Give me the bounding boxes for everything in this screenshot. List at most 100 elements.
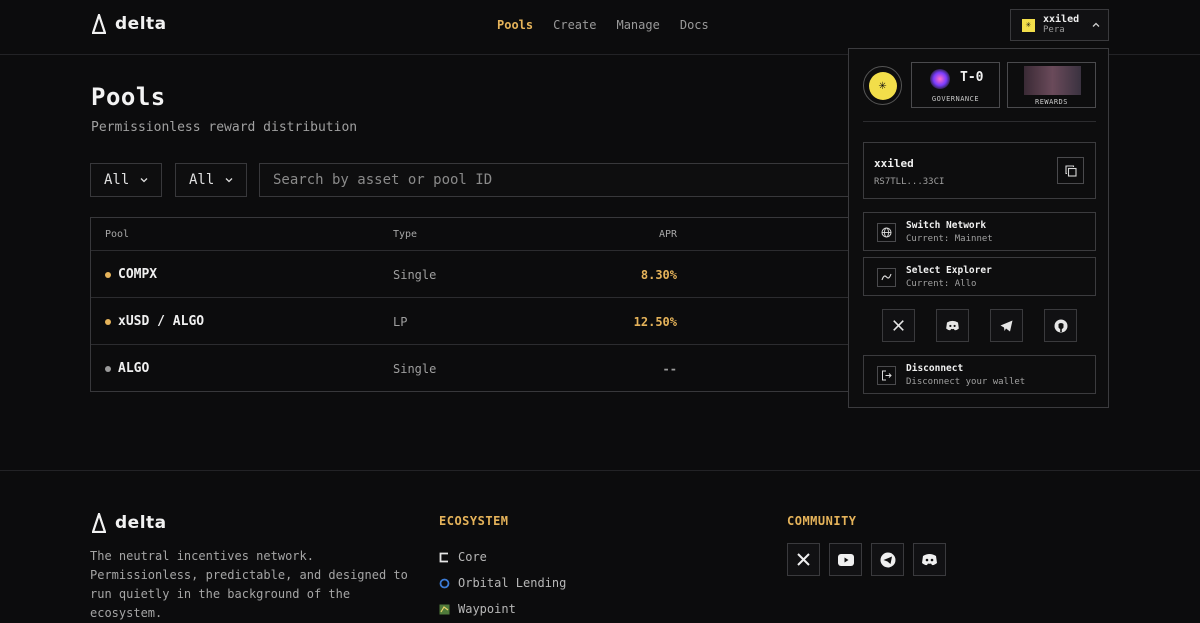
footer-logo[interactable]: delta	[92, 513, 167, 533]
globe-icon	[877, 223, 896, 242]
ecosystem-label: Orbital Lending	[458, 576, 567, 590]
dropdown-telegram-button[interactable]	[990, 309, 1023, 342]
pools-table: Pool Type APR COMPX Single 8.30% xUSD / …	[90, 217, 860, 392]
footer-logo-text: delta	[115, 513, 167, 533]
pool-label: ALGO	[118, 361, 150, 376]
wallet-dropdown: ✳ T-0 GOVERNANCE REWARDS xxiled RS7TLL..…	[848, 48, 1109, 408]
delta-logo-icon	[92, 14, 106, 34]
telegram-icon	[880, 552, 895, 567]
select-explorer-button[interactable]: Select Explorer Current: Allo	[863, 257, 1096, 296]
pool-status-dot	[105, 318, 111, 325]
footer-description: The neutral incentives network. Permissi…	[90, 549, 408, 620]
search-placeholder: Search by asset or pool ID	[273, 172, 493, 188]
governance-tier-card[interactable]: T-0 GOVERNANCE	[911, 62, 1000, 108]
ecosystem-item-core[interactable]: Core	[439, 544, 566, 570]
footer: delta The neutral incentives network. Pe…	[0, 470, 1200, 623]
community-discord-button[interactable]	[913, 543, 946, 576]
header-apr: APR	[658, 229, 677, 240]
avatar-icon: ✳	[868, 71, 897, 100]
account-card: xxiled RS7TLL...33CI	[863, 142, 1096, 199]
governance-label: GOVERNANCE	[931, 95, 980, 103]
ecosystem-heading: ECOSYSTEM	[439, 514, 509, 528]
dropdown-github-button[interactable]	[1044, 309, 1077, 342]
wallet-button[interactable]: ✳ xxiled Pera	[1010, 9, 1109, 41]
pool-label: xUSD / ALGO	[118, 314, 205, 329]
search-input[interactable]: Search by asset or pool ID	[259, 163, 859, 197]
copy-address-button[interactable]	[1057, 157, 1084, 184]
chevron-up-icon	[1092, 22, 1100, 27]
pool-apr: --	[662, 362, 677, 376]
header-pool: Pool	[105, 229, 130, 240]
community-youtube-button[interactable]	[829, 543, 862, 576]
page-subtitle: Permissionless reward distribution	[91, 120, 358, 135]
pool-status-dot	[105, 365, 111, 372]
ecosystem-item-waypoint[interactable]: Waypoint	[439, 596, 566, 622]
wallet-info: xxiled Pera	[1043, 14, 1079, 36]
dropdown-x-button[interactable]	[882, 309, 915, 342]
select-explorer-current: Current: Allo	[906, 279, 977, 289]
filter-dropdown-1[interactable]: All	[90, 163, 162, 197]
switch-network-current: Current: Mainnet	[906, 234, 993, 244]
pool-name: xUSD / ALGO	[105, 314, 204, 329]
copy-icon	[1064, 164, 1077, 177]
pool-type: Single	[393, 362, 437, 376]
youtube-icon	[837, 553, 854, 566]
community-links	[787, 543, 946, 576]
nav-pools[interactable]: Pools	[497, 18, 533, 32]
orbital-icon	[439, 578, 450, 588]
nav-docs[interactable]: Docs	[680, 18, 709, 32]
wallet-avatar: ✳	[1022, 18, 1035, 32]
account-avatar[interactable]: ✳	[863, 66, 902, 105]
governance-icon	[930, 69, 950, 89]
disconnect-title: Disconnect	[906, 363, 964, 374]
rewards-label: REWARDS	[1034, 98, 1068, 106]
table-row[interactable]: ALGO Single --	[91, 345, 860, 392]
telegram-icon	[1000, 320, 1013, 331]
page-title: Pools	[91, 83, 166, 111]
pool-name: ALGO	[105, 361, 149, 376]
wallet-provider: Pera	[1043, 25, 1065, 35]
explorer-icon	[877, 268, 896, 287]
discord-icon	[922, 554, 937, 566]
pool-type: Single	[393, 268, 437, 282]
logo[interactable]: delta	[92, 14, 167, 34]
github-icon	[1054, 319, 1067, 332]
rewards-card[interactable]: REWARDS	[1007, 62, 1096, 108]
disconnect-sub: Disconnect your wallet	[906, 377, 1026, 387]
main-nav: Pools Create Manage Docs	[497, 18, 709, 32]
switch-network-button[interactable]: Switch Network Current: Mainnet	[863, 212, 1096, 251]
header-type: Type	[393, 229, 418, 240]
core-icon	[439, 552, 448, 562]
table-row[interactable]: COMPX Single 8.30%	[91, 251, 860, 298]
chevron-down-icon	[140, 178, 148, 183]
divider	[863, 121, 1096, 122]
account-name: xxiled	[874, 157, 914, 170]
nav-create[interactable]: Create	[553, 18, 596, 32]
pool-status-dot	[105, 271, 111, 278]
wallet-name: xxiled	[1043, 14, 1080, 25]
ecosystem-label: Waypoint	[458, 602, 516, 616]
rewards-image	[1024, 66, 1081, 95]
pool-type: LP	[393, 315, 408, 329]
filter-2-value: All	[189, 172, 215, 188]
delta-logo-icon	[92, 513, 106, 533]
x-icon	[893, 320, 904, 331]
community-x-button[interactable]	[787, 543, 820, 576]
logout-icon	[877, 366, 896, 385]
nav-manage[interactable]: Manage	[616, 18, 659, 32]
community-heading: COMMUNITY	[787, 514, 857, 528]
ecosystem-label: Core	[458, 550, 487, 564]
switch-network-title: Switch Network	[906, 220, 987, 231]
waypoint-icon	[439, 604, 450, 614]
ecosystem-item-orbital-lending[interactable]: Orbital Lending	[439, 570, 566, 596]
filter-dropdown-2[interactable]: All	[175, 163, 247, 197]
community-telegram-button[interactable]	[871, 543, 904, 576]
disconnect-button[interactable]: Disconnect Disconnect your wallet	[863, 355, 1096, 394]
table-header: Pool Type APR	[91, 218, 860, 251]
dropdown-discord-button[interactable]	[936, 309, 969, 342]
account-address: RS7TLL...33CI	[874, 177, 945, 187]
ecosystem-list: Core Orbital Lending Waypoint	[439, 544, 566, 622]
logo-text: delta	[115, 14, 167, 34]
table-row[interactable]: xUSD / ALGO LP 12.50%	[91, 298, 860, 345]
governance-tier: T-0	[960, 70, 984, 85]
